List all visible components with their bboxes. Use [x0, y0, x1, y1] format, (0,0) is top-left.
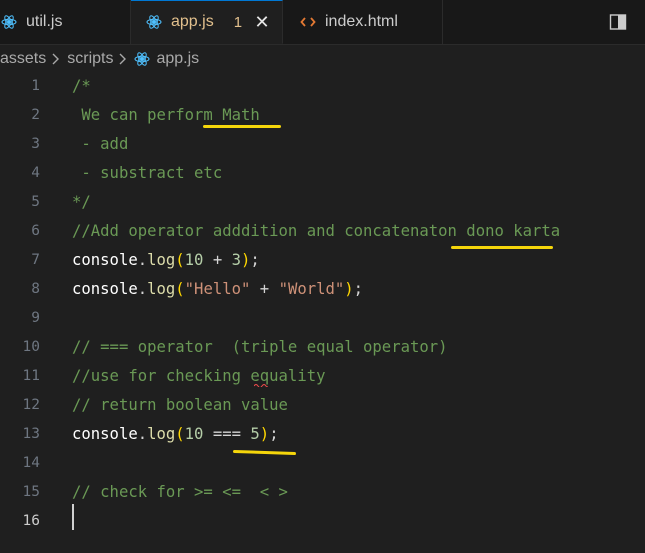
code-line[interactable]: 11 //use for checking equality [0, 362, 645, 391]
breadcrumb-item-scripts[interactable]: scripts [67, 50, 113, 68]
code-line[interactable]: 9 [0, 304, 645, 333]
code-line[interactable]: 12 // return boolean value [0, 391, 645, 420]
tab-app-js[interactable]: app.js 1 ✕ [131, 0, 283, 44]
line-number: 15 [22, 484, 40, 500]
tab-util-js[interactable]: util.js [0, 0, 131, 44]
code-text: // check for >= <= < > [72, 483, 288, 501]
line-number: 3 [31, 136, 40, 152]
code-line[interactable]: 1 /* [0, 72, 645, 101]
code-line[interactable]: 2 We can perform Math [0, 101, 645, 130]
line-number: 14 [22, 455, 40, 471]
code-line[interactable]: 13 console.log(10 === 5); [0, 420, 645, 449]
code-text: //Add operator adddition and concatenato… [72, 222, 561, 240]
code-line[interactable]: 6 //Add operator adddition and concatenat… [0, 217, 645, 246]
chevron-right-icon [51, 52, 61, 66]
code-text: - add [72, 135, 129, 153]
line-number: 12 [22, 397, 40, 413]
tab-label: index.html [325, 13, 398, 30]
code-line[interactable]: 14 [0, 449, 645, 478]
problem-count-badge: 1 [233, 13, 243, 31]
code-text: //use for checking equality [72, 367, 326, 385]
code-text: console.log("Hello" + "World"); [72, 280, 364, 298]
line-number: 2 [31, 107, 40, 123]
spelling-squiggle [254, 384, 268, 387]
breadcrumb-item-app-js[interactable]: app.js [156, 50, 199, 68]
tab-label: util.js [26, 13, 63, 30]
html-file-icon [299, 13, 317, 31]
highlight-underline [451, 246, 553, 249]
code-text: /* [72, 77, 91, 95]
code-text: console.log(10 + 3); [72, 251, 260, 269]
code-line[interactable]: 15 // check for >= <= < > [0, 478, 645, 507]
code-text: - substract etc [72, 164, 223, 182]
react-file-icon [145, 13, 163, 31]
line-number: 5 [31, 194, 40, 210]
chevron-right-icon [118, 52, 128, 66]
code-line[interactable]: 7 console.log(10 + 3); [0, 246, 645, 275]
line-number: 8 [31, 281, 40, 297]
code-line[interactable]: 10 // === operator (triple equal operator… [0, 333, 645, 362]
breadcrumb-item-assets[interactable]: assets [0, 50, 46, 68]
code-line[interactable]: 4 - substract etc [0, 159, 645, 188]
tab-label: app.js [171, 13, 214, 30]
code-text: // return boolean value [72, 396, 288, 414]
line-number: 4 [31, 165, 40, 181]
javascript-file-icon [0, 13, 18, 31]
code-line[interactable]: 8 console.log("Hello" + "World"); [0, 275, 645, 304]
line-number: 11 [22, 368, 40, 384]
code-line[interactable]: 5 */ [0, 188, 645, 217]
line-number: 7 [31, 252, 40, 268]
line-number: 13 [22, 426, 40, 442]
highlight-underline [203, 125, 281, 128]
code-text: console.log(10 === 5); [72, 425, 279, 443]
code-text: */ [72, 193, 91, 211]
line-number: 9 [31, 310, 40, 326]
line-number: 16 [22, 513, 40, 529]
line-number: 1 [31, 78, 40, 94]
close-icon[interactable]: ✕ [254, 13, 270, 31]
react-file-icon [134, 51, 150, 67]
line-number: 10 [22, 339, 40, 355]
code-line[interactable]: 16 [0, 507, 645, 536]
tab-index-html[interactable]: index.html [283, 0, 443, 44]
split-editor-icon[interactable] [609, 13, 627, 31]
code-line[interactable]: 3 - add [0, 130, 645, 159]
code-editor[interactable]: 1/* 2 We can perform Math 3 - add 4 - subst… [0, 72, 645, 553]
breadcrumb: assets scripts app.js [0, 46, 645, 72]
line-number: 6 [31, 223, 40, 239]
code-text: // === operator (triple equal operator) [72, 338, 448, 356]
text-cursor [72, 504, 74, 530]
editor-tab-bar: util.js app.js 1 ✕ index.html [0, 0, 645, 45]
